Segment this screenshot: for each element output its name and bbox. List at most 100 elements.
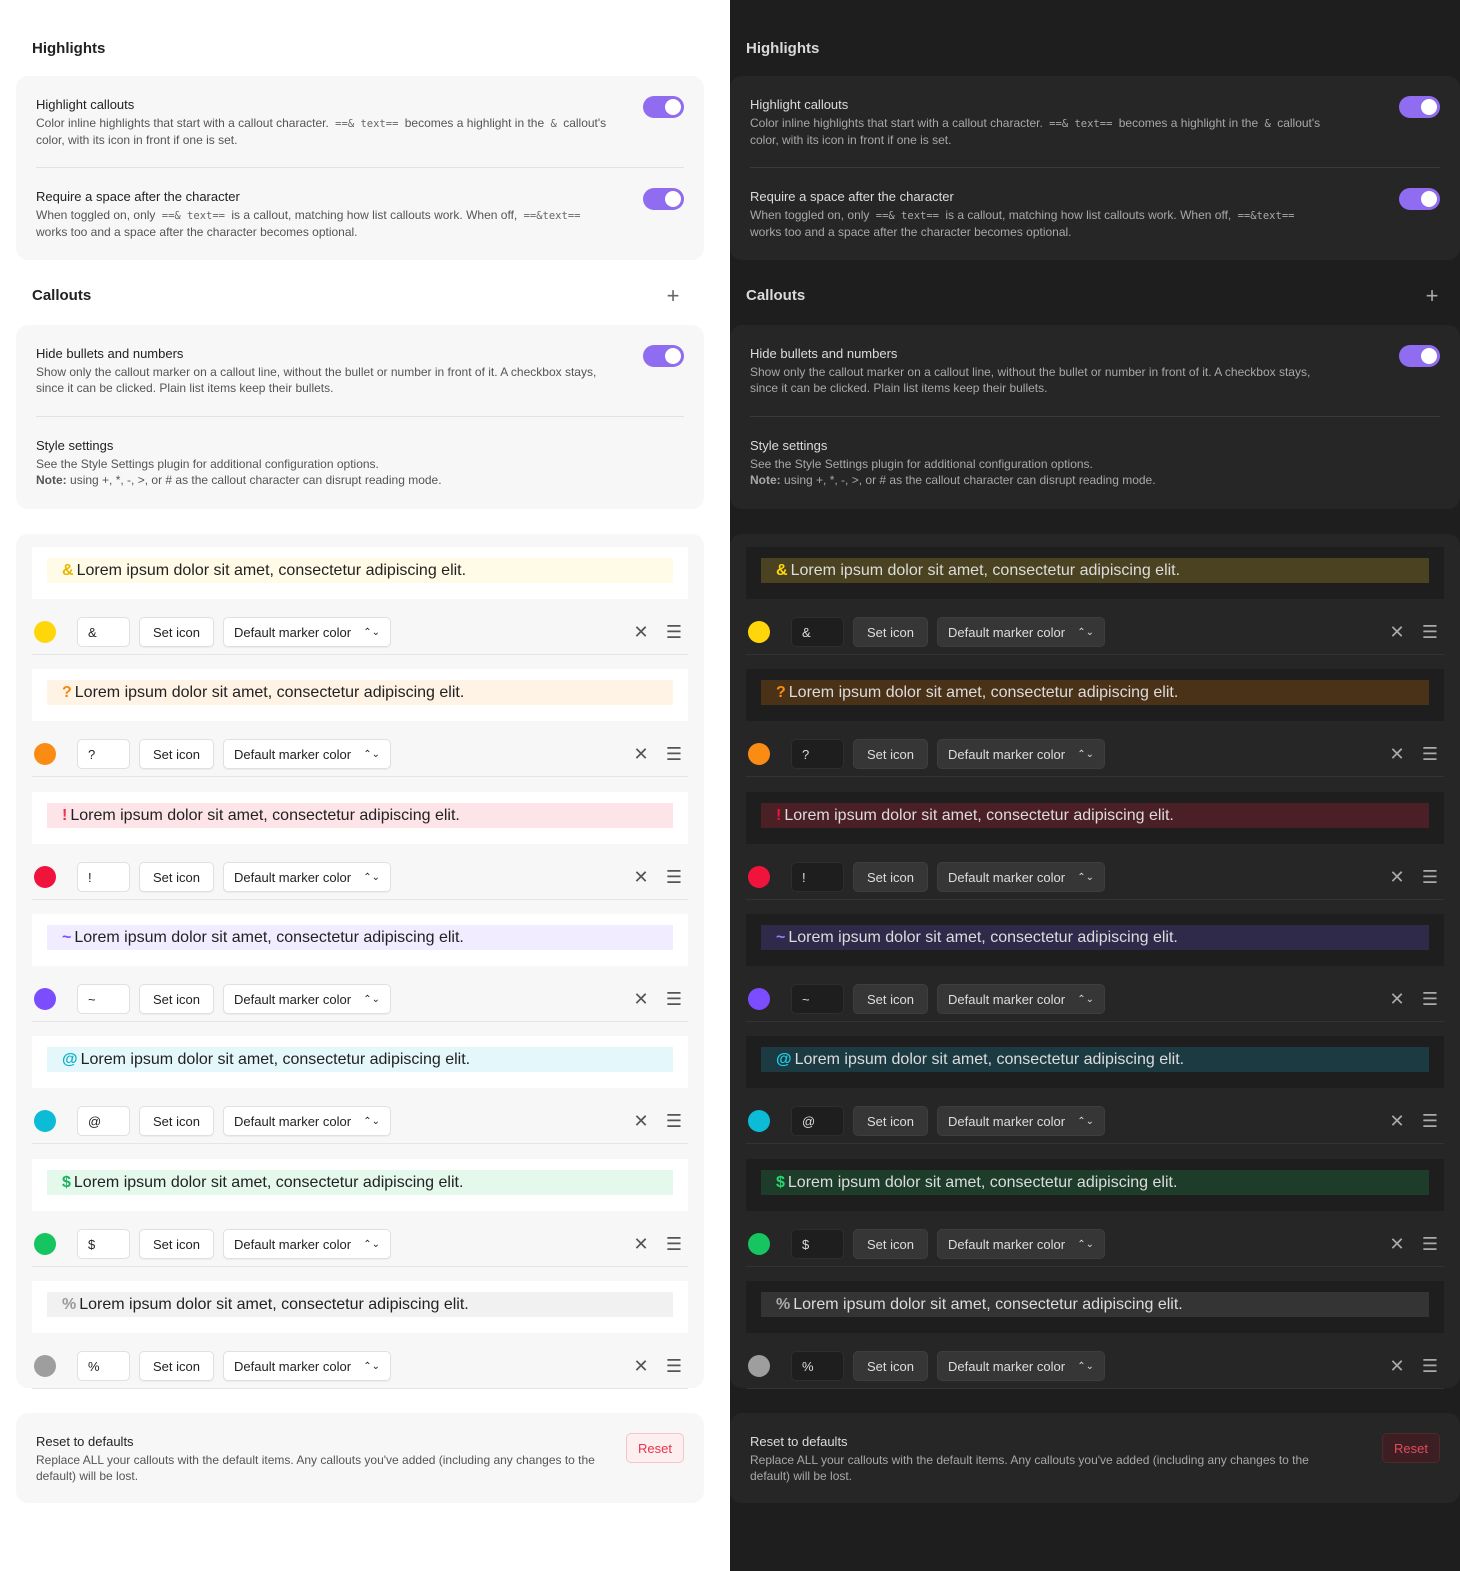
callout-char-input[interactable]: & (791, 617, 844, 647)
close-icon[interactable]: ✕ (1388, 621, 1406, 643)
drag-handle-icon[interactable]: ☰ (664, 866, 684, 888)
highlight-callouts-toggle[interactable] (643, 96, 684, 118)
marker-color-select[interactable]: Default marker color ⌃⌄ (223, 739, 391, 770)
set-icon-button[interactable]: Set icon (853, 1228, 928, 1259)
marker-color-select[interactable]: Default marker color ⌃⌄ (223, 861, 391, 892)
reset-button[interactable]: Reset (1382, 1433, 1440, 1463)
drag-handle-icon[interactable]: ☰ (1420, 621, 1440, 643)
color-swatch[interactable] (34, 1232, 56, 1255)
color-swatch[interactable] (748, 865, 770, 888)
set-icon-button[interactable]: Set icon (139, 1228, 214, 1259)
close-icon[interactable]: ✕ (632, 743, 650, 765)
marker-color-select[interactable]: Default marker color ⌃⌄ (223, 983, 391, 1014)
marker-color-select[interactable]: Default marker color ⌃⌄ (223, 1228, 391, 1259)
drag-handle-icon[interactable]: ☰ (664, 1233, 684, 1255)
callout-char-input[interactable]: $ (791, 1228, 844, 1259)
color-swatch[interactable] (748, 743, 770, 766)
close-icon[interactable]: ✕ (1388, 1233, 1406, 1255)
hide-bullets-toggle[interactable] (1399, 345, 1440, 367)
set-icon-button[interactable]: Set icon (139, 983, 214, 1014)
callout-char-input[interactable]: @ (791, 1106, 844, 1137)
close-icon[interactable]: ✕ (632, 1233, 650, 1255)
callout-char-input[interactable]: % (791, 1350, 844, 1381)
close-icon[interactable]: ✕ (1388, 1355, 1406, 1377)
set-icon-button[interactable]: Set icon (853, 617, 928, 647)
callout-char-input[interactable]: % (77, 1350, 130, 1381)
close-icon[interactable]: ✕ (1388, 743, 1406, 765)
highlights-heading: Highlights (746, 40, 820, 57)
set-icon-button[interactable]: Set icon (853, 983, 928, 1014)
color-swatch[interactable] (34, 621, 56, 643)
color-swatch[interactable] (748, 1232, 770, 1255)
color-swatch[interactable] (34, 865, 56, 888)
close-icon[interactable]: ✕ (1388, 866, 1406, 888)
drag-handle-icon[interactable]: ☰ (1420, 1355, 1440, 1377)
drag-handle-icon[interactable]: ☰ (1420, 988, 1440, 1010)
marker-color-select[interactable]: Default marker color ⌃⌄ (223, 1106, 391, 1137)
close-icon[interactable]: ✕ (1388, 988, 1406, 1010)
color-swatch[interactable] (34, 1110, 56, 1133)
close-icon[interactable]: ✕ (632, 1355, 650, 1377)
require-space-toggle[interactable] (643, 188, 684, 210)
drag-handle-icon[interactable]: ☰ (1420, 743, 1440, 765)
close-icon[interactable]: ✕ (632, 1110, 650, 1132)
callout-char-input[interactable]: $ (77, 1228, 130, 1259)
callout-char-input[interactable]: ! (77, 861, 130, 892)
drag-handle-icon[interactable]: ☰ (1420, 866, 1440, 888)
marker-color-select[interactable]: Default marker color ⌃⌄ (937, 739, 1105, 770)
callout-controls-row: $ Set icon Default marker color ⌃⌄ ✕ ☰ (746, 1221, 1444, 1267)
callout-char-input[interactable]: @ (77, 1106, 130, 1137)
set-icon-button[interactable]: Set icon (853, 1350, 928, 1381)
color-swatch[interactable] (34, 743, 56, 766)
callout-preview: & Lorem ipsum dolor sit amet, consectetur… (746, 547, 1444, 599)
color-swatch[interactable] (748, 621, 770, 643)
set-icon-button[interactable]: Set icon (139, 1106, 214, 1137)
marker-color-select[interactable]: Default marker color ⌃⌄ (937, 861, 1105, 892)
marker-color-select[interactable]: Default marker color ⌃⌄ (937, 1228, 1105, 1259)
callout-char-input[interactable]: ? (77, 739, 130, 770)
marker-color-select[interactable]: Default marker color ⌃⌄ (937, 983, 1105, 1014)
set-icon-button[interactable]: Set icon (139, 617, 214, 647)
hide-bullets-toggle[interactable] (643, 345, 684, 367)
set-icon-button[interactable]: Set icon (853, 861, 928, 892)
callout-preview: ? Lorem ipsum dolor sit amet, consectetur… (746, 669, 1444, 722)
set-icon-button[interactable]: Set icon (139, 739, 214, 770)
color-swatch[interactable] (748, 987, 770, 1010)
color-swatch[interactable] (748, 1110, 770, 1133)
close-icon[interactable]: ✕ (1388, 1110, 1406, 1132)
reset-button[interactable]: Reset (626, 1433, 684, 1463)
drag-handle-icon[interactable]: ☰ (664, 988, 684, 1010)
callout-char-input[interactable]: ~ (77, 983, 130, 1014)
marker-color-select[interactable]: Default marker color ⌃⌄ (937, 1106, 1105, 1137)
close-icon[interactable]: ✕ (632, 866, 650, 888)
drag-handle-icon[interactable]: ☰ (1420, 1233, 1440, 1255)
marker-color-select[interactable]: Default marker color ⌃⌄ (937, 617, 1105, 647)
plus-icon[interactable]: + (663, 285, 683, 307)
marker-color-select[interactable]: Default marker color ⌃⌄ (223, 1350, 391, 1381)
callout-char-input[interactable]: ~ (791, 983, 844, 1014)
marker-color-select[interactable]: Default marker color ⌃⌄ (937, 1350, 1105, 1381)
drag-handle-icon[interactable]: ☰ (664, 1355, 684, 1377)
drag-handle-icon[interactable]: ☰ (664, 743, 684, 765)
callout-char-input[interactable]: ? (791, 739, 844, 770)
set-icon-button[interactable]: Set icon (139, 1350, 214, 1381)
drag-handle-icon[interactable]: ☰ (664, 621, 684, 643)
color-swatch[interactable] (34, 987, 56, 1010)
callout-controls-row: & Set icon Default marker color ⌃⌄ ✕ ☰ (32, 609, 688, 655)
drag-handle-icon[interactable]: ☰ (1420, 1110, 1440, 1132)
marker-color-select[interactable]: Default marker color ⌃⌄ (223, 617, 391, 647)
color-swatch[interactable] (748, 1354, 770, 1377)
close-icon[interactable]: ✕ (632, 988, 650, 1010)
set-icon-button[interactable]: Set icon (853, 739, 928, 770)
set-icon-button[interactable]: Set icon (853, 1106, 928, 1137)
plus-icon[interactable]: + (1422, 285, 1442, 307)
highlight-callouts-toggle[interactable] (1399, 96, 1440, 118)
require-space-toggle[interactable] (1399, 188, 1440, 210)
callout-char-input[interactable]: ! (791, 861, 844, 892)
callout-char-input[interactable]: & (77, 617, 130, 647)
color-swatch[interactable] (34, 1354, 56, 1377)
callout-controls-row: & Set icon Default marker color ⌃⌄ ✕ ☰ (746, 609, 1444, 655)
set-icon-button[interactable]: Set icon (139, 861, 214, 892)
drag-handle-icon[interactable]: ☰ (664, 1110, 684, 1132)
close-icon[interactable]: ✕ (632, 621, 650, 643)
